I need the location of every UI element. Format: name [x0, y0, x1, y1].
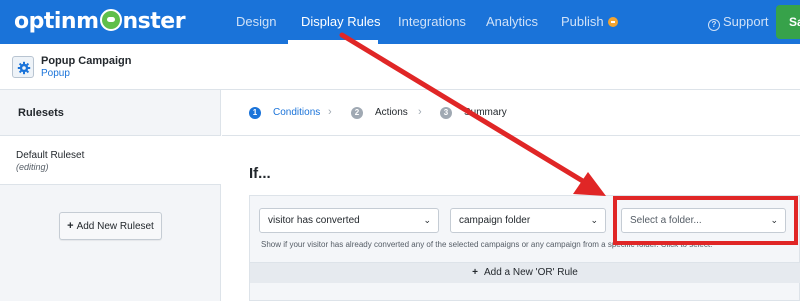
annotation-arrow-icon [339, 32, 606, 196]
